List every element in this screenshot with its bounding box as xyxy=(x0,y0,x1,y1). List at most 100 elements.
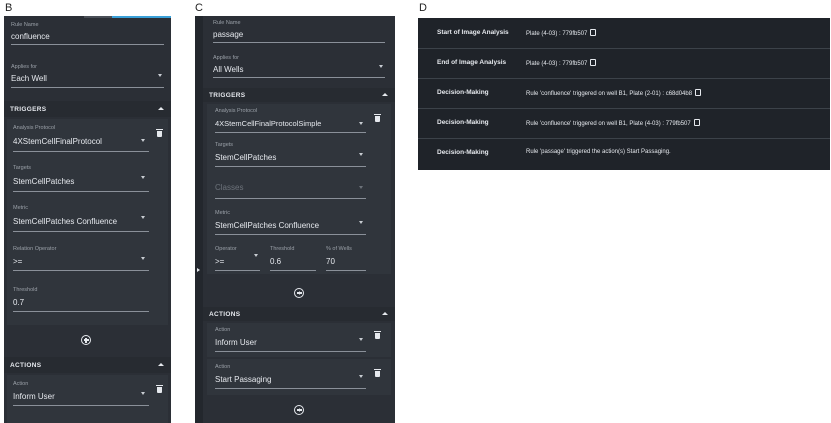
chevron-down-icon xyxy=(158,74,162,77)
log-row: End of Image Analysis Plate (4-03) : 779… xyxy=(418,49,830,79)
analysis-protocol-label: Analysis Protocol xyxy=(13,125,56,131)
delete-action-icon[interactable] xyxy=(374,331,381,339)
operator-label: Operator xyxy=(215,246,237,252)
chevron-down-icon xyxy=(359,186,363,189)
tab-indicator-active xyxy=(112,16,171,18)
plate-icon[interactable] xyxy=(590,59,597,66)
metric-value: StemCellPatches Confluence xyxy=(215,221,320,230)
tab-indicator xyxy=(84,16,112,18)
log-row: Decision-Making Rule 'passage' triggered… xyxy=(418,139,830,168)
chevron-down-icon xyxy=(379,65,383,68)
log-message: Rule 'passage' triggered the action(s) S… xyxy=(526,149,671,155)
delete-trigger-icon[interactable] xyxy=(374,114,381,122)
metric-select[interactable]: Metric StemCellPatches Confluence xyxy=(13,205,149,232)
log-event: Start of Image Analysis xyxy=(437,29,509,36)
relation-operator-select[interactable]: Relation Operator >= xyxy=(13,246,149,271)
operator-value: >= xyxy=(215,257,225,266)
action-card-2: Action Start Passaging xyxy=(207,359,391,395)
analysis-protocol-value: 4XStemCellFinalProtocol xyxy=(13,137,102,146)
log-row: Decision-Making Rule 'confluence' trigge… xyxy=(418,109,830,139)
action-select-1[interactable]: Action Inform User xyxy=(215,327,366,352)
targets-select[interactable]: Targets StemCellPatches xyxy=(215,142,366,167)
action-value: Start Passaging xyxy=(215,375,272,384)
panel-letter-d: D xyxy=(419,2,427,14)
threshold-value: 0.6 xyxy=(270,257,282,266)
threshold-label: Threshold xyxy=(13,287,38,293)
triggers-section-header[interactable]: TRIGGERS xyxy=(203,88,395,102)
chevron-up-icon[interactable] xyxy=(382,312,388,315)
targets-label: Targets xyxy=(13,165,32,171)
classes-select[interactable]: Classes xyxy=(215,178,366,199)
rule-name-value: confluence xyxy=(11,32,50,41)
trigger-card: Analysis Protocol 4XStemCellFinalProtoco… xyxy=(207,104,391,274)
threshold-value: 0.7 xyxy=(13,298,25,307)
targets-select[interactable]: Targets StemCellPatches xyxy=(13,165,149,192)
chevron-down-icon xyxy=(359,221,363,224)
add-action-icon[interactable] xyxy=(294,405,304,415)
rule-editor-panel-b: Rule Name confluence Applies for Each We… xyxy=(4,16,171,423)
chevron-down-icon xyxy=(359,338,363,341)
analysis-protocol-select[interactable]: Analysis Protocol 4XStemCellFinalProtoco… xyxy=(215,108,366,133)
applies-for-value: Each Well xyxy=(11,74,47,83)
rule-editor-panel-c: Rule Name passage Applies for All Wells … xyxy=(195,16,395,423)
applies-for-label: Applies for xyxy=(11,64,37,70)
log-message: Plate (4-03) : 779fb507 xyxy=(526,59,597,67)
targets-value: StemCellPatches xyxy=(215,153,277,162)
triggers-title: TRIGGERS xyxy=(209,92,246,99)
threshold-field[interactable]: Threshold 0.7 xyxy=(13,287,149,312)
chevron-down-icon xyxy=(141,176,145,179)
panel-letter-c: C xyxy=(195,2,203,14)
log-message: Rule 'confluence' triggered on well B1, … xyxy=(526,119,700,127)
chevron-up-icon[interactable] xyxy=(158,107,164,110)
chevron-up-icon[interactable] xyxy=(382,93,388,96)
metric-select[interactable]: Metric StemCellPatches Confluence xyxy=(215,210,366,235)
action-select-2[interactable]: Action Start Passaging xyxy=(215,364,366,389)
applies-for-label: Applies for xyxy=(213,55,239,61)
plate-icon[interactable] xyxy=(590,29,597,36)
threshold-field[interactable]: Threshold 0.6 xyxy=(270,246,316,271)
add-trigger-icon[interactable] xyxy=(294,288,304,298)
chevron-down-icon xyxy=(359,375,363,378)
actions-section-header[interactable]: ACTIONS xyxy=(203,307,395,321)
log-row: Start of Image Analysis Plate (4-03) : 7… xyxy=(418,19,830,49)
action-label: Action xyxy=(215,364,231,370)
delete-action-icon[interactable] xyxy=(156,385,163,393)
action-select[interactable]: Action Inform User xyxy=(13,381,149,406)
triggers-section-header[interactable]: TRIGGERS xyxy=(4,101,171,117)
applies-for-select[interactable]: Applies for All Wells xyxy=(213,55,385,78)
delete-action-icon[interactable] xyxy=(374,369,381,377)
analysis-protocol-value: 4XStemCellFinalProtocolSimple xyxy=(215,119,322,128)
chevron-up-icon[interactable] xyxy=(158,363,164,366)
percent-wells-value: 70 xyxy=(326,257,335,266)
expand-arrow-icon[interactable] xyxy=(197,268,200,272)
rule-name-field[interactable]: Rule Name passage xyxy=(213,20,385,43)
percent-wells-label: % of Wells xyxy=(326,246,352,252)
analysis-protocol-label: Analysis Protocol xyxy=(215,108,258,114)
action-card: Action Inform User xyxy=(7,375,168,423)
chevron-down-icon xyxy=(359,153,363,156)
action-value: Inform User xyxy=(13,392,55,401)
targets-value: StemCellPatches xyxy=(13,177,75,186)
classes-placeholder: Classes xyxy=(215,183,244,192)
rule-name-field[interactable]: Rule Name confluence xyxy=(11,22,164,45)
actions-section-header[interactable]: ACTIONS xyxy=(4,357,171,373)
chevron-down-icon xyxy=(141,216,145,219)
percent-wells-field[interactable]: % of Wells 70 xyxy=(326,246,366,271)
chevron-down-icon xyxy=(254,254,258,257)
chevron-down-icon xyxy=(141,139,145,142)
log-row: Decision-Making Rule 'confluence' trigge… xyxy=(418,79,830,109)
plate-icon[interactable] xyxy=(695,89,702,96)
log-event: End of Image Analysis xyxy=(437,59,507,66)
applies-for-select[interactable]: Applies for Each Well xyxy=(11,64,164,88)
plate-icon[interactable] xyxy=(693,119,700,126)
analysis-protocol-select[interactable]: Analysis Protocol 4XStemCellFinalProtoco… xyxy=(13,125,149,152)
add-trigger-icon[interactable] xyxy=(81,335,91,345)
actions-title: ACTIONS xyxy=(10,362,42,369)
side-strip xyxy=(195,16,203,423)
targets-label: Targets xyxy=(215,142,234,148)
delete-trigger-icon[interactable] xyxy=(156,129,163,137)
triggers-title: TRIGGERS xyxy=(10,106,47,113)
metric-value: StemCellPatches Confluence xyxy=(13,217,118,226)
operator-select[interactable]: Operator >= xyxy=(215,246,260,271)
event-log-panel: Start of Image Analysis Plate (4-03) : 7… xyxy=(418,18,830,170)
